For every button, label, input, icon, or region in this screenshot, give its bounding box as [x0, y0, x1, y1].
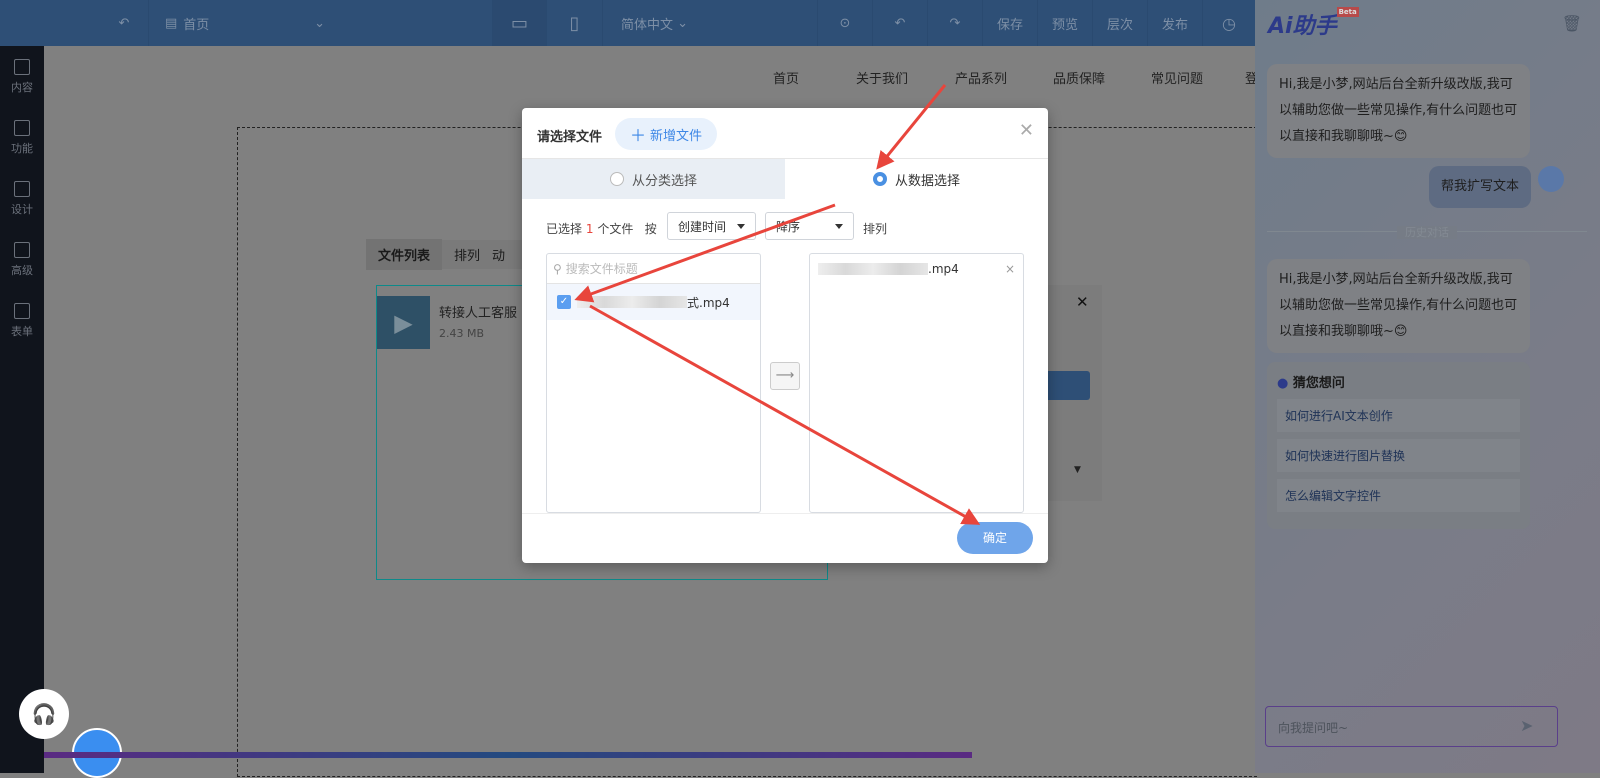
- arrow-to-data-tab: [876, 84, 947, 170]
- annotation-arrows: [574, 84, 981, 525]
- arrow-to-checkbox: [574, 203, 836, 303]
- arrow-to-confirm: [589, 304, 981, 525]
